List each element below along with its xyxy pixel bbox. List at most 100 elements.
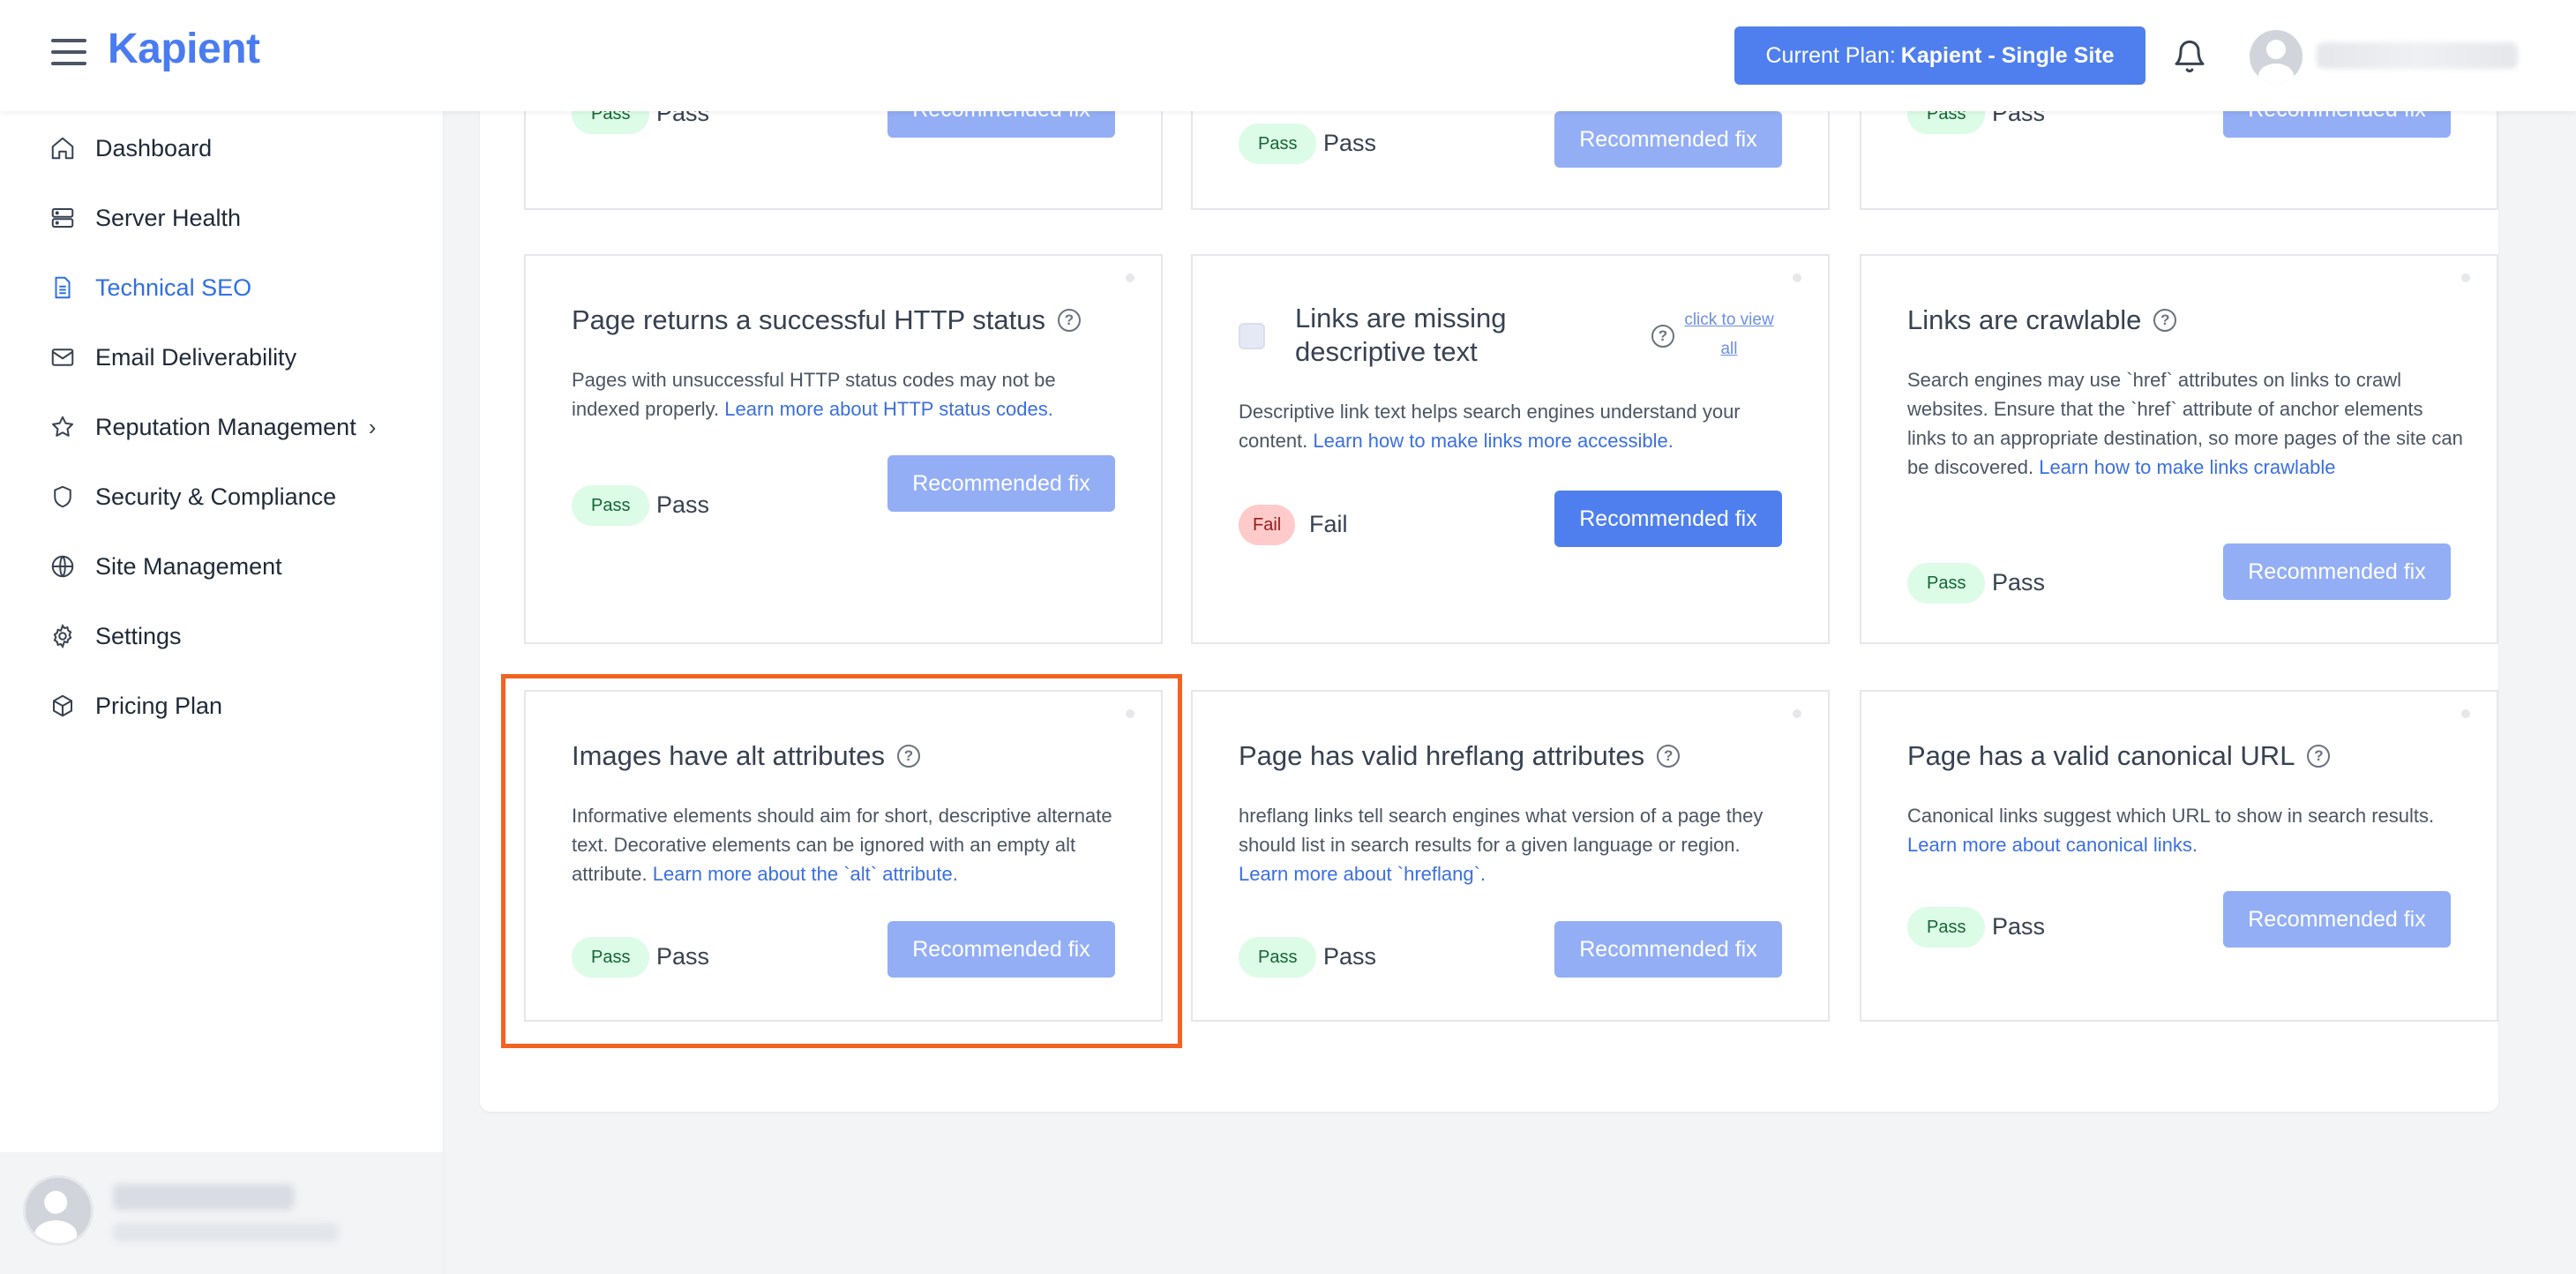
chevron-right-icon: ›: [368, 413, 377, 440]
status-badge: Pass: [1239, 124, 1317, 164]
learn-more-link[interactable]: Learn more about HTTP status codes.: [724, 398, 1053, 420]
audit-card-hreflang: Page has valid hreflang attributes ? hre…: [1191, 690, 1830, 1022]
card-description: hreflang links tell search engines what …: [1239, 801, 1794, 888]
menu-icon[interactable]: [51, 39, 86, 69]
help-icon[interactable]: ?: [2307, 745, 2331, 768]
card-indicator-dot: [1793, 274, 1801, 282]
learn-more-link[interactable]: Learn how to make links more accessible.: [1313, 430, 1673, 452]
card-indicator-dot: [2461, 274, 2470, 282]
sidebar-item-security-compliance[interactable]: Security & Compliance: [49, 477, 336, 516]
status-badge: Pass: [1907, 563, 1986, 603]
learn-more-link[interactable]: Learn how to make links crawlable: [2039, 456, 2335, 478]
recommended-fix-button[interactable]: Recommended fix: [1554, 491, 1782, 547]
sidebar: Dashboard Server Health Technical SEO Em…: [0, 111, 445, 1274]
home-icon: [51, 137, 74, 160]
sidebar-item-pricing-plan[interactable]: Pricing Plan: [49, 686, 222, 725]
recommended-fix-button[interactable]: Recommended fix: [887, 921, 1115, 978]
card-title: Page has a valid canonical URL ?: [1907, 739, 2331, 773]
user-avatar[interactable]: [2250, 30, 2303, 83]
card-indicator-dot: [1793, 709, 1801, 718]
card-indicator-dot: [2461, 709, 2470, 718]
help-icon[interactable]: ?: [1058, 309, 1081, 332]
view-all-link[interactable]: click to view all: [1676, 305, 1782, 363]
card-title: Page has valid hreflang attributes ?: [1239, 739, 1681, 773]
gear-icon: [53, 623, 72, 649]
plan-prefix: Current Plan:: [1765, 42, 1896, 68]
status-badge: Pass: [572, 485, 650, 526]
recommended-fix-button[interactable]: Recommended fix: [1554, 921, 1782, 978]
sidebar-item-label: Site Management: [95, 552, 282, 580]
help-icon[interactable]: ?: [896, 745, 920, 768]
top-header: Kapient Current Plan: Kapient - Single S…: [0, 0, 2576, 111]
card-title: Page returns a successful HTTP status ?: [572, 304, 1081, 337]
current-plan-button[interactable]: Current Plan: Kapient - Single Site: [1734, 26, 2145, 85]
status-badge: Fail: [1239, 505, 1296, 545]
mail-icon: [51, 348, 74, 366]
card-title-text: Page has valid hreflang attributes: [1239, 740, 1645, 771]
plan-name: Kapient - Single Site: [1900, 42, 2115, 68]
user-email-redacted: [113, 1223, 339, 1242]
card-desc-text: Canonical links suggest which URL to sho…: [1907, 805, 2435, 827]
status-text: Pass: [1323, 130, 1377, 156]
card-title-text: Images have alt attributes: [572, 740, 885, 771]
audit-card-alt-attributes: Images have alt attributes ? Informative…: [524, 690, 1163, 1022]
user-name-redacted: [113, 1184, 295, 1210]
sidebar-item-settings[interactable]: Settings: [49, 617, 182, 656]
status-text: Pass: [656, 491, 710, 518]
server-icon: [51, 208, 74, 228]
status-text: Pass: [1992, 913, 2046, 940]
help-icon[interactable]: ?: [1657, 745, 1681, 768]
recommended-fix-button[interactable]: Recommended fix: [1554, 111, 1782, 168]
card-title: Links are crawlable ?: [1907, 304, 2177, 337]
star-icon: [52, 416, 73, 437]
sidebar-item-reputation-management[interactable]: Reputation Management ›: [49, 408, 376, 446]
status-badge: Pass: [1239, 937, 1317, 978]
learn-more-link[interactable]: Learn more about canonical links.: [1907, 834, 2198, 856]
card-description: Informative elements should aim for shor…: [572, 801, 1127, 888]
sidebar-item-label: Settings: [95, 622, 182, 649]
audit-card-link-text: Links are missing descriptive text ? cli…: [1191, 254, 1830, 644]
audit-card-canonical: Page has a valid canonical URL ? Canonic…: [1860, 690, 2498, 1022]
status-text: Pass: [1323, 943, 1377, 970]
sidebar-item-technical-seo[interactable]: Technical SEO: [49, 268, 251, 307]
status-text: Pass: [1992, 569, 2046, 596]
help-icon[interactable]: ?: [2153, 309, 2177, 332]
recommended-fix-button[interactable]: Recommended fix: [887, 455, 1115, 512]
sidebar-item-site-management[interactable]: Site Management: [49, 547, 282, 586]
status-badge: Pass: [1907, 907, 1986, 948]
sidebar-item-label: Dashboard: [95, 134, 213, 161]
card-title-text: Page returns a successful HTTP status: [572, 304, 1045, 335]
sidebar-item-email-deliverability[interactable]: Email Deliverability: [49, 338, 296, 377]
sidebar-item-server-health[interactable]: Server Health: [49, 199, 241, 237]
card-title-text: Page has a valid canonical URL: [1907, 740, 2295, 771]
select-checkbox[interactable]: [1239, 323, 1265, 349]
sidebar-item-label: Technical SEO: [95, 274, 252, 301]
card-desc-text: hreflang links tell search engines what …: [1239, 805, 1764, 856]
sidebar-user-footer[interactable]: [0, 1152, 443, 1274]
card-description: Search engines may use `href` attributes…: [1907, 365, 2463, 482]
card-indicator-dot: [1126, 709, 1134, 718]
globe-icon: [51, 555, 74, 578]
shield-icon: [54, 485, 71, 508]
recommended-fix-button[interactable]: Recommended fix: [2223, 891, 2451, 948]
card-description: Pages with unsuccessful HTTP status code…: [572, 365, 1127, 423]
sidebar-item-label: Pricing Plan: [95, 692, 223, 719]
card-description: Canonical links suggest which URL to sho…: [1907, 801, 2463, 859]
learn-more-link[interactable]: Learn more about the `alt` attribute.: [653, 863, 958, 885]
user-name-redacted: [2317, 42, 2518, 69]
app-logo[interactable]: Kapient: [108, 25, 260, 73]
sidebar-item-label: Reputation Management: [95, 413, 356, 440]
document-icon: [55, 276, 71, 299]
help-icon[interactable]: ?: [1651, 325, 1674, 348]
card-title: Images have alt attributes ?: [572, 739, 920, 773]
status-text: Pass: [656, 943, 710, 970]
status-badge: Pass: [572, 937, 650, 978]
card-indicator-dot: [1126, 274, 1134, 282]
audit-card-crawlable: Links are crawlable ? Search engines may…: [1860, 254, 2498, 644]
user-avatar: [23, 1175, 94, 1246]
sidebar-item-label: Security & Compliance: [95, 483, 337, 510]
bell-icon[interactable]: [2172, 37, 2207, 76]
learn-more-link[interactable]: Learn more about `hreflang`.: [1239, 863, 1486, 885]
recommended-fix-button[interactable]: Recommended fix: [2223, 543, 2451, 600]
sidebar-item-dashboard[interactable]: Dashboard: [49, 129, 212, 168]
